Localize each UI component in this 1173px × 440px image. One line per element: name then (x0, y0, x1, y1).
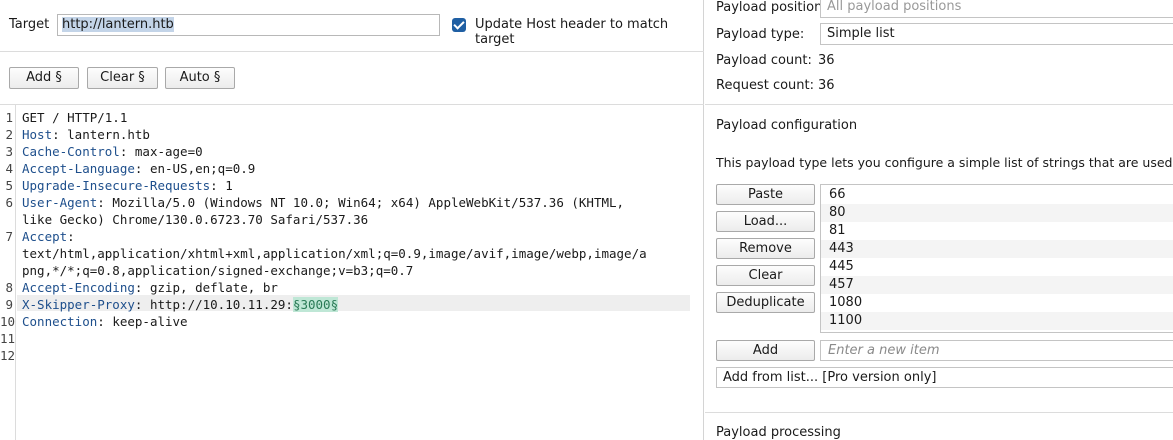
line-number: 11 (0, 331, 16, 346)
list-item[interactable]: 443 (821, 240, 1173, 258)
positions-pane: Target http://lantern.htb Update Host he… (0, 0, 704, 440)
request-line: Accept-Encoding: gzip, deflate, br (22, 279, 278, 296)
paste-button[interactable]: Paste (716, 184, 815, 205)
request-line: GET / HTTP/1.1 (22, 109, 127, 126)
request-line: Accept: (22, 228, 75, 245)
line-number: 1 (5, 110, 13, 125)
auto-markers-button[interactable]: Auto § (165, 67, 235, 89)
list-item[interactable]: 66 (821, 186, 1173, 204)
add-from-list-select[interactable]: Add from list... [Pro version only] (716, 367, 1173, 388)
header-value: : 1 (210, 178, 233, 193)
line-number: 9 (5, 297, 13, 312)
line-number: 7 (5, 229, 13, 244)
request-line: like Gecko) Chrome/130.0.6723.70 Safari/… (22, 211, 368, 228)
header-value: : Mozilla/5.0 (Windows NT 10.0; Win64; x… (97, 195, 625, 210)
request-line: Connection: keep-alive (22, 313, 188, 330)
target-row: Target http://lantern.htb Update Host he… (0, 0, 704, 52)
request-line: text/html,application/xhtml+xml,applicat… (22, 245, 647, 262)
line-number: 3 (5, 144, 13, 159)
list-item[interactable]: 81 (821, 222, 1173, 240)
payload-processing-title: Payload processing (716, 425, 841, 440)
request-line: Accept-Language: en-US,en;q=0.9 (22, 160, 255, 177)
header-value: : keep-alive (97, 314, 188, 329)
request-count-label: Request count: (716, 78, 814, 93)
line-number: 5 (5, 178, 13, 193)
header-name: Accept-Language (22, 161, 135, 176)
header-name: Accept-Encoding (22, 280, 135, 295)
header-name: Upgrade-Insecure-Requests (22, 178, 211, 193)
payload-count-value: 36 (818, 53, 835, 68)
line-number: 10 (0, 314, 16, 329)
payload-configuration-description: This payload type lets you configure a s… (716, 155, 1173, 170)
line-number: 12 (0, 348, 16, 363)
payload-type-select[interactable]: Simple list (820, 23, 1173, 45)
header-value: : (67, 229, 75, 244)
list-item[interactable]: 1100 (821, 312, 1173, 330)
line-number-gutter: 1 2 3 4 5 6 7 8 9 10 11 12 (0, 105, 16, 440)
payload-position-label: Payload position: (716, 0, 827, 15)
header-value: : max-age=0 (119, 144, 203, 159)
payload-configuration-title: Payload configuration (716, 118, 858, 133)
header-name: X-Skipper-Proxy (22, 297, 135, 312)
target-value: http://lantern.htb (62, 17, 174, 32)
request-line: png,*/*;q=0.8,application/signed-exchang… (22, 262, 413, 279)
target-input[interactable]: http://lantern.htb (57, 14, 440, 36)
section-divider (705, 104, 1173, 105)
list-item[interactable]: 457 (821, 276, 1173, 294)
add-item-button[interactable]: Add (716, 340, 815, 361)
payload-marker[interactable]: §3000§ (292, 297, 339, 312)
clear-markers-button[interactable]: Clear § (87, 67, 158, 89)
request-editor[interactable]: 1 2 3 4 5 6 7 8 9 10 11 12 GET / HTTP/1.1 Host: lant… (0, 104, 704, 440)
request-line: User-Agent: Mozilla/5.0 (Windows NT 10.0… (22, 194, 624, 211)
header-value: : en-US,en;q=0.9 (134, 161, 256, 176)
deduplicate-button[interactable]: Deduplicate (716, 292, 815, 313)
line-number: 6 (5, 195, 13, 210)
load-button[interactable]: Load... (716, 211, 815, 232)
line-number: 2 (5, 127, 13, 142)
request-line: Upgrade-Insecure-Requests: 1 (22, 177, 233, 194)
header-value: like Gecko) Chrome/130.0.6723.70 Safari/… (22, 212, 369, 227)
request-line: Host: lantern.htb (22, 126, 150, 143)
payload-position-select[interactable]: All payload positions (820, 0, 1173, 18)
header-value: png,*/*;q=0.8,application/signed-exchang… (22, 263, 414, 278)
request-line: Cache-Control: max-age=0 (22, 143, 203, 160)
remove-button[interactable]: Remove (716, 238, 815, 259)
payload-type-label: Payload type: (716, 27, 805, 42)
line-number: 8 (5, 280, 13, 295)
payloads-pane: Payload position: All payload positions … (705, 0, 1173, 440)
new-item-input[interactable]: Enter a new item (820, 340, 1173, 361)
update-host-checkbox[interactable] (452, 18, 466, 32)
header-value: : http://10.10.11.29: (134, 297, 293, 312)
header-name: Cache-Control (22, 144, 120, 159)
header-value: : gzip, deflate, br (134, 280, 278, 295)
header-name: Accept (22, 229, 68, 244)
header-value: text/html,application/xhtml+xml,applicat… (22, 246, 647, 261)
header-value: : lantern.htb (52, 127, 150, 142)
list-item[interactable]: 1080 (821, 294, 1173, 312)
section-divider (705, 412, 1173, 413)
request-count-value: 36 (818, 78, 835, 93)
add-marker-button[interactable]: Add § (9, 67, 79, 89)
header-name: Host (22, 127, 53, 142)
update-host-label: Update Host header to match target (475, 17, 669, 47)
header-name: User-Agent (22, 195, 98, 210)
payload-count-label: Payload count: (716, 53, 812, 68)
payload-list[interactable]: 66 80 81 443 445 457 1080 1100 (820, 184, 1173, 333)
request-line: X-Skipper-Proxy: http://10.10.11.29:§300… (22, 296, 339, 313)
header-value: GET / HTTP/1.1 (22, 110, 128, 125)
target-label: Target (9, 17, 50, 32)
clear-list-button[interactable]: Clear (716, 265, 815, 286)
list-item[interactable]: 80 (821, 204, 1173, 222)
list-item[interactable]: 445 (821, 258, 1173, 276)
header-name: Connection (22, 314, 98, 329)
line-number: 4 (5, 161, 13, 176)
